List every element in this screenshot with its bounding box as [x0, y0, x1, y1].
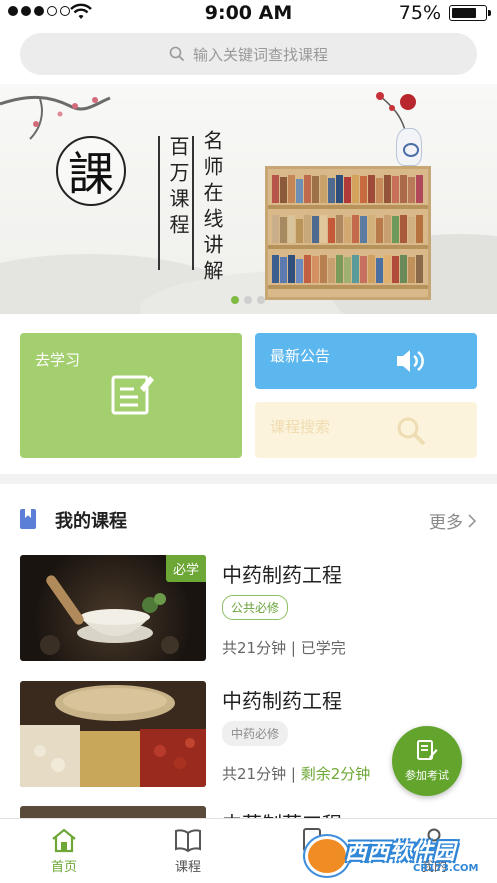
- home-icon: [52, 828, 76, 853]
- carousel-indicator[interactable]: [231, 296, 265, 304]
- required-badge: 必学: [165, 555, 206, 582]
- section-divider: [0, 474, 497, 484]
- course-category-tag: 公共必修: [222, 595, 289, 620]
- edit-note-icon: [111, 375, 154, 415]
- course-duration: 共21分钟: [222, 639, 287, 657]
- bookshelf-illustration: [265, 166, 431, 300]
- carousel-dot-2[interactable]: [244, 296, 252, 304]
- herbs-image: [20, 685, 206, 787]
- course-meta: 共21分钟 | 剩余2分钟: [222, 765, 371, 783]
- course-meta: 共21分钟 | 已学完: [222, 639, 346, 657]
- course-category-tag: 中药必修: [222, 721, 289, 746]
- course-title: 中药制药工程: [222, 689, 342, 713]
- course-thumbnail: [20, 681, 206, 787]
- take-exam-button[interactable]: 参加考试: [392, 726, 462, 796]
- latest-notice-label: 最新公告: [270, 347, 331, 365]
- go-study-card[interactable]: 去学习: [20, 333, 242, 458]
- search-icon: [169, 46, 185, 62]
- speaker-icon: [397, 350, 424, 372]
- bookmark-icon: [20, 509, 36, 529]
- watermark-text: 西西软件园: [345, 840, 456, 865]
- more-label: 更多: [429, 513, 463, 533]
- site-watermark: 西西软件园 CR173.COM: [305, 830, 497, 880]
- battery-percentage: 75%: [398, 2, 441, 24]
- course-thumbnail: [20, 806, 206, 818]
- course-thumbnail: 必学: [20, 555, 206, 661]
- slogan-million-courses: 百万课程: [166, 136, 190, 240]
- status-bar: 9:00 AM 75%: [0, 0, 497, 24]
- go-study-label: 去学习: [35, 351, 81, 369]
- watermark-logo: [305, 836, 349, 876]
- banner-carousel[interactable]: 課 百万课程 名师在线讲解: [0, 84, 497, 314]
- slogan-teachers-online: 名师在线讲解: [200, 130, 224, 286]
- search-placeholder: 输入关键词查找课程: [192, 45, 328, 64]
- tab-courses-label: 课程: [174, 860, 201, 875]
- section-title: 我的课程: [55, 511, 127, 532]
- carousel-dot-3[interactable]: [257, 296, 265, 304]
- tab-home-label: 首页: [50, 860, 77, 875]
- take-exam-label: 参加考试: [405, 769, 449, 782]
- book-icon: [175, 829, 201, 853]
- watermark-domain: CR173.COM: [413, 863, 479, 874]
- course-title: 中药制药工程: [222, 808, 342, 818]
- my-courses-header: 我的课程 更多: [0, 498, 497, 542]
- tab-courses[interactable]: 课程: [126, 819, 250, 883]
- course-status: 剩余2分钟: [300, 765, 371, 783]
- course-logo: 課: [56, 136, 126, 206]
- carousel-dot-1[interactable]: [231, 296, 239, 304]
- course-item[interactable]: 中药制药工程: [0, 806, 497, 818]
- course-search-card[interactable]: 课程搜索: [255, 402, 477, 458]
- course-item[interactable]: 必学 中药制药工程 公共必修 共21分钟 | 已学完: [0, 555, 497, 667]
- more-link[interactable]: 更多: [429, 508, 477, 533]
- tab-home[interactable]: 首页: [2, 819, 126, 883]
- search-input[interactable]: 输入关键词查找课程: [20, 33, 477, 75]
- course-duration: 共21分钟: [222, 765, 287, 783]
- course-search-label: 课程搜索: [270, 418, 331, 436]
- battery-icon: [449, 5, 491, 21]
- course-title: 中药制药工程: [222, 563, 342, 587]
- vase-decoration: [396, 128, 422, 166]
- latest-notice-card[interactable]: 最新公告: [255, 333, 477, 389]
- chevron-right-icon: [468, 513, 477, 528]
- magnifier-icon: [397, 417, 426, 446]
- exam-paper-icon: [417, 740, 438, 760]
- course-status: 已学完: [300, 639, 346, 657]
